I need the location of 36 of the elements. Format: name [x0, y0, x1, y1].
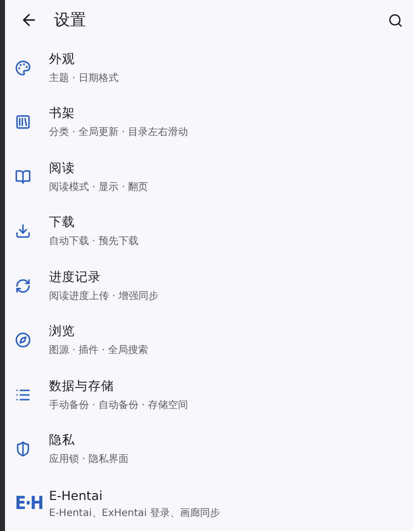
item-subtitle: 阅读进度上传 · 增强同步: [49, 290, 159, 303]
sync-icon: [15, 278, 31, 294]
item-subtitle: E-Hentai、ExHentai 登录、画廊同步: [49, 506, 220, 520]
settings-item[interactable]: 隐私 应用锁 · 隐私界面: [5, 422, 413, 476]
item-title: E-Hentai: [49, 488, 104, 503]
item-title: 进度记录: [49, 268, 102, 286]
settings-item[interactable]: 下载 自动下载 · 预先下载: [5, 204, 413, 258]
item-subtitle: 主题 · 日期格式: [49, 72, 119, 85]
settings-item[interactable]: 外观 主题 · 日期格式: [5, 40, 413, 95]
shield-icon: [15, 441, 31, 458]
settings-item[interactable]: 进度记录 阅读进度上传 · 增强同步: [5, 258, 413, 313]
download-icon: [15, 223, 31, 240]
search-icon: [388, 12, 403, 28]
palette-icon: [15, 60, 31, 76]
item-title: 数据与存储: [49, 378, 115, 395]
item-title: 外观: [49, 50, 76, 68]
item-title: 书架: [49, 105, 76, 122]
item-title: 阅读: [49, 160, 76, 177]
item-subtitle: 应用锁 · 隐私界面: [49, 452, 129, 466]
settings-item[interactable]: 浏览 图源 · 插件 · 全局搜索: [5, 313, 413, 368]
item-subtitle: 手动备份 · 自动备份 · 存储空间: [49, 398, 188, 412]
item-title: 隐私: [49, 432, 76, 450]
item-subtitle: 自动下载 · 预先下载: [49, 234, 139, 248]
item-subtitle: 阅读模式 · 显示 · 翻页: [49, 180, 148, 194]
settings-item[interactable]: 数据与存储 手动备份 · 自动备份 · 存储空间: [5, 368, 413, 422]
item-title: 下载: [49, 214, 76, 232]
item-subtitle: 分类 · 全局更新 · 目录左右滑动: [49, 126, 188, 140]
page-title: 设置: [54, 10, 87, 31]
settings-item[interactable]: E·H E-Hentai E-Hentai、ExHentai 登录、画廊同步: [5, 476, 413, 531]
item-title: 浏览: [49, 323, 76, 340]
compass-icon: [15, 332, 31, 348]
logo-icon: E·H: [15, 493, 43, 514]
library-icon: [15, 114, 31, 130]
item-subtitle: 图源 · 插件 · 全局搜索: [49, 344, 148, 358]
settings-item[interactable]: 书架 分类 · 全局更新 · 目录左右滑动: [5, 95, 413, 150]
settings-item[interactable]: 阅读 阅读模式 · 显示 · 翻页: [5, 150, 413, 204]
